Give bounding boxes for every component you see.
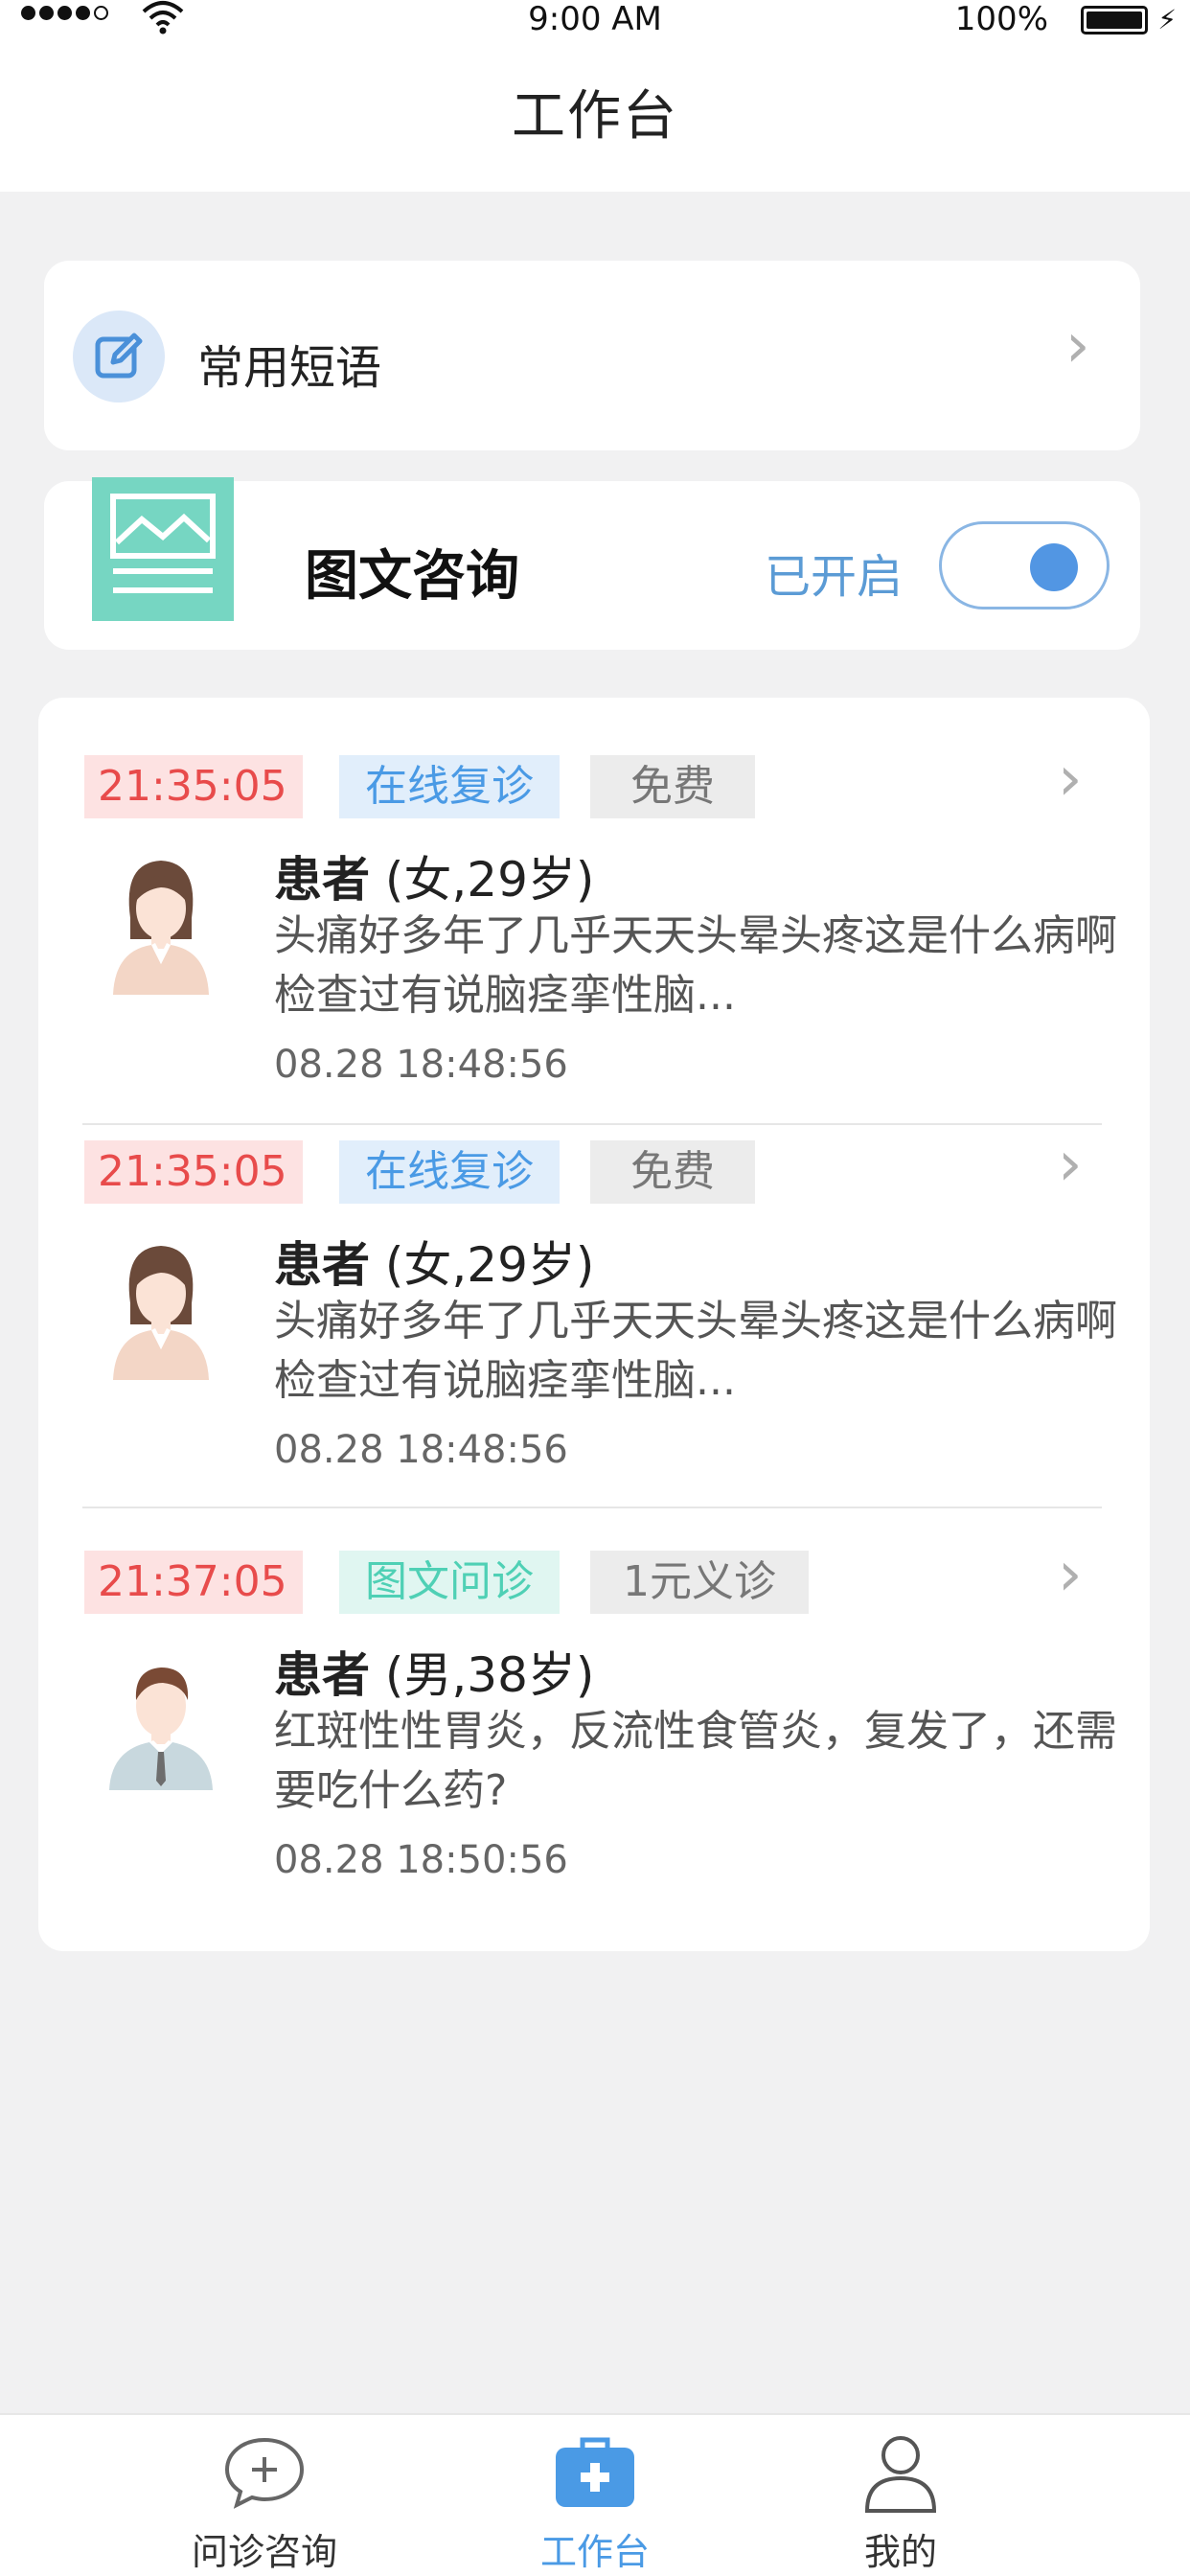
patient-info: 患者 (男,38岁) (274, 1637, 594, 1706)
tab-profile[interactable]: 我的 (757, 2415, 1044, 2576)
edit-icon (73, 310, 165, 402)
list-item[interactable]: 21:37:05 图文问诊 1元义诊 › 患者 (男,38岁) 红斑性性胃炎，反… (38, 1493, 1150, 1882)
list-item[interactable]: 21:35:05 在线复诊 免费 › 患者 (女,29岁) 头痛好多年了几乎天天… (38, 1083, 1150, 1472)
patient-info: 患者 (女,29岁) (274, 841, 594, 910)
patient-name: 患者 (274, 1237, 370, 1293)
consult-type-badge: 图文问诊 (339, 1551, 560, 1614)
male-avatar-icon (109, 1668, 213, 1790)
status-bar: 9:00 AM 100% ⚡ (0, 0, 1190, 40)
image-consult-icon (92, 477, 234, 621)
consult-type-badge: 在线复诊 (339, 1140, 560, 1204)
tab-label: 问诊咨询 (191, 2531, 337, 2573)
bottom-tab-bar: 问诊咨询 工作台 我的 (0, 2413, 1190, 2576)
patient-details: (女,29岁) (384, 1237, 595, 1293)
user-icon (864, 2436, 937, 2513)
patient-message: 头痛好多年了几乎天天头晕头疼这是什么病啊检查过有说脑痉挛性脑... (274, 911, 1117, 1020)
workbench-page: 9:00 AM 100% ⚡ 工作台 常用短语 › 图文咨询 已开启 21:35… (0, 0, 1190, 2576)
chevron-right-icon: › (1058, 1129, 1083, 1200)
medical-kit-icon (556, 2437, 634, 2507)
patient-info: 患者 (女,29岁) (274, 1227, 594, 1296)
nav-header: 工作台 (0, 40, 1190, 192)
consult-type-badge: 在线复诊 (339, 755, 560, 818)
list-item[interactable]: 21:35:05 在线复诊 免费 › 患者 (女,29岁) 头痛好多年了几乎天天… (38, 698, 1150, 1087)
tab-label: 我的 (863, 2531, 937, 2573)
patient-details: (男,38岁) (384, 1647, 595, 1703)
countdown-time: 21:37:05 (84, 1551, 303, 1614)
charging-icon: ⚡ (1157, 4, 1177, 35)
message-timestamp: 08.28 18:50:56 (274, 1838, 568, 1882)
chat-plus-icon (224, 2437, 305, 2509)
common-phrases-label: 常用短语 (197, 341, 382, 395)
chevron-right-icon: › (1058, 744, 1083, 815)
message-timestamp: 08.28 18:48:56 (274, 1428, 568, 1472)
image-text-consult-row: 图文咨询 已开启 (44, 477, 1140, 650)
image-consult-label: 图文咨询 (305, 545, 519, 608)
fee-badge: 免费 (590, 755, 755, 818)
consultation-list: 21:35:05 在线复诊 免费 › 患者 (女,29岁) 头痛好多年了几乎天天… (38, 698, 1150, 1951)
chevron-right-icon: › (1058, 1539, 1083, 1610)
countdown-time: 21:35:05 (84, 755, 303, 818)
fee-badge: 免费 (590, 1140, 755, 1204)
patient-name: 患者 (274, 852, 370, 908)
page-title: 工作台 (512, 85, 678, 148)
consult-status-text: 已开启 (765, 550, 904, 604)
consult-toggle[interactable] (939, 521, 1110, 610)
patient-message: 头痛好多年了几乎天天头晕头疼这是什么病啊检查过有说脑痉挛性脑... (274, 1297, 1117, 1405)
tab-label: 工作台 (539, 2531, 650, 2573)
tab-consultation[interactable]: 问诊咨询 (121, 2415, 408, 2576)
message-timestamp: 08.28 18:48:56 (274, 1043, 568, 1087)
countdown-time: 21:35:05 (84, 1140, 303, 1204)
patient-details: (女,29岁) (384, 852, 595, 908)
fee-badge: 1元义诊 (590, 1551, 809, 1614)
patient-name: 患者 (274, 1647, 370, 1703)
chevron-right-icon: › (1065, 310, 1090, 381)
female-avatar-icon (113, 1246, 209, 1380)
patient-message: 红斑性性胃炎，反流性食管炎，复发了，还需要吃什么药? (274, 1707, 1117, 1815)
battery-percentage: 100% (954, 0, 1048, 38)
female-avatar-icon (113, 861, 209, 995)
battery-icon (1081, 6, 1148, 34)
common-phrases-row[interactable]: 常用短语 › (44, 261, 1140, 450)
toggle-knob (1030, 543, 1078, 591)
tab-workbench[interactable]: 工作台 (451, 2415, 739, 2576)
